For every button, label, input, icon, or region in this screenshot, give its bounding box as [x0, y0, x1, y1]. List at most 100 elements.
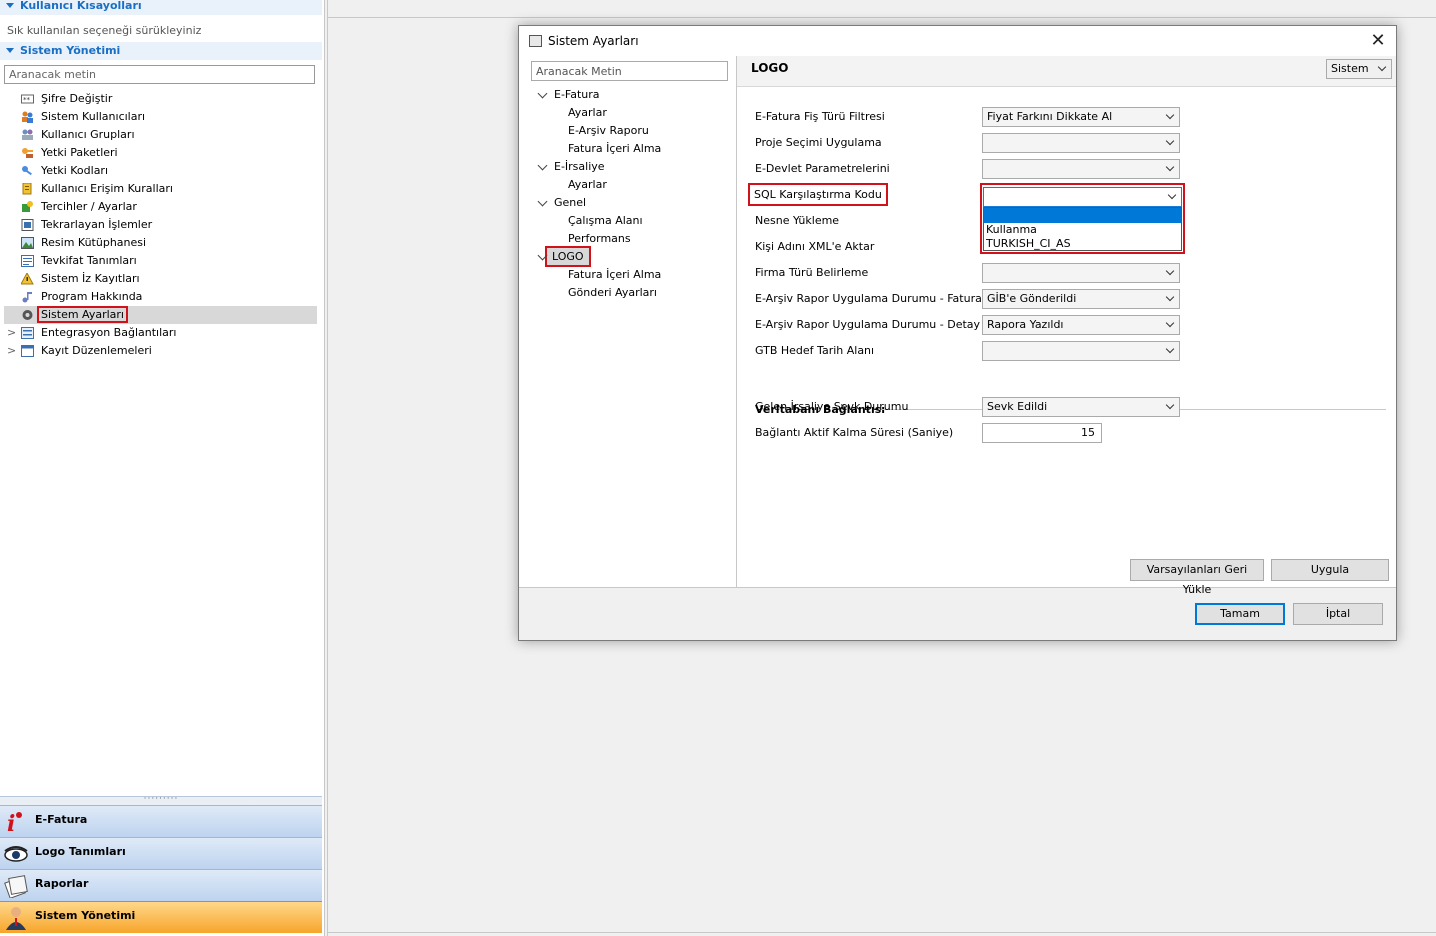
sql-option-empty[interactable]: [984, 208, 1181, 223]
tree-node-genel[interactable]: Genel: [535, 194, 586, 212]
proje-secimi-select[interactable]: [982, 133, 1180, 153]
earsiv-fatura-select[interactable]: GİB'e Gönderildi: [982, 289, 1180, 309]
expand-chevron-icon[interactable]: >: [7, 324, 16, 342]
settings-content-pane: LOGO Sistem E-Fatura Fiş Türü Filtresi F…: [737, 56, 1396, 596]
tree-node-efatura[interactable]: E-Fatura: [535, 86, 600, 104]
sql-kodu-select[interactable]: [983, 187, 1182, 207]
nav-button-raporlar[interactable]: Raporlar: [0, 869, 322, 901]
tree-item-sistem-iz-kayitlari[interactable]: Sistem İz Kayıtları: [4, 270, 317, 288]
chevron-down-icon: [1167, 190, 1177, 200]
dialog-titlebar[interactable]: Sistem Ayarları ✕: [519, 26, 1396, 56]
tree-node-eirsaliye[interactable]: E-İrsaliye: [535, 158, 605, 176]
nav-button-e-fatura[interactable]: i E-Fatura: [0, 805, 322, 837]
sql-option-turkish-ci-as[interactable]: TURKISH_CI_AS: [986, 237, 1071, 250]
field-row-baglanti-suresi: Bağlantı Aktif Kalma Süresi (Saniye) 15: [755, 423, 1375, 443]
chevron-down-icon: [1165, 266, 1175, 276]
tree-node-fatura-iceri-alma[interactable]: Fatura İçeri Alma: [568, 140, 661, 158]
nav-button-logo-tanimlari[interactable]: Logo Tanımları: [0, 837, 322, 869]
left-search-input[interactable]: [4, 65, 315, 84]
scope-select[interactable]: Sistem: [1326, 59, 1392, 79]
record-edit-icon: [21, 345, 34, 357]
tree-node-logo[interactable]: LOGO: [535, 246, 591, 267]
tree-node-logo-fatura-iceri-alma[interactable]: Fatura İçeri Alma: [568, 266, 661, 284]
reports-icon: [4, 875, 28, 898]
gtb-hedef-select[interactable]: [982, 341, 1180, 361]
fis-turu-select[interactable]: Fiyat Farkını Dikkate Al: [982, 107, 1180, 127]
content-title: LOGO: [751, 61, 789, 75]
tree-item-entegrasyon-baglantilari[interactable]: > Entegrasyon Bağlantıları: [4, 324, 317, 342]
collapse-triangle-icon: [6, 48, 14, 53]
password-icon: **: [21, 94, 34, 104]
tree-item-program-hakkinda[interactable]: Program Hakkında: [4, 288, 317, 306]
expand-chevron-icon[interactable]: >: [7, 342, 16, 360]
tree-item-tekrarlayan-islemler[interactable]: Tekrarlayan İşlemler: [4, 216, 317, 234]
chevron-down-icon: [1165, 110, 1175, 120]
chevron-down-icon: [1165, 292, 1175, 302]
content-header: LOGO Sistem: [737, 56, 1396, 87]
restore-defaults-button[interactable]: Varsayılanları Geri Yükle: [1130, 559, 1264, 596]
field-row-earsiv-fatura: E-Arşiv Rapor Uygulama Durumu - Fatura G…: [755, 289, 1375, 309]
chevron-down-icon[interactable]: [537, 196, 548, 207]
cancel-button[interactable]: İptal: [1293, 603, 1383, 625]
collapse-triangle-icon: [6, 3, 14, 8]
workspace-divider: [328, 932, 1436, 933]
shortcuts-header[interactable]: Kullanıcı Kısayolları: [0, 0, 322, 15]
logo-node-highlight: LOGO: [545, 246, 591, 267]
sistem-ayarlari-highlight: Sistem Ayarları: [37, 306, 128, 323]
field-row-irsaliye-sevk: Gelen İrsaliye Sevk Durumu Sevk Edildi: [755, 397, 1375, 417]
sql-label-highlight: SQL Karşılaştırma Kodu: [748, 183, 888, 206]
apply-button[interactable]: Uygula: [1271, 559, 1389, 581]
user-groups-icon: [22, 129, 33, 140]
tree-node-earsiv-raporu[interactable]: E-Arşiv Raporu: [568, 122, 649, 140]
tree-item-yetki-kodlari[interactable]: Yetki Kodları: [4, 162, 317, 180]
timeout-input[interactable]: 15: [982, 423, 1102, 443]
tree-node-gonderi-ayarlari[interactable]: Gönderi Ayarları: [568, 284, 657, 302]
tree-item-sifre-degistir[interactable]: ** Şifre Değiştir: [4, 90, 317, 108]
workspace-divider: [328, 17, 1436, 18]
efatura-logo-icon: i: [7, 811, 22, 834]
edevlet-select[interactable]: [982, 159, 1180, 179]
tree-node-calisma-alani[interactable]: Çalışma Alanı: [568, 212, 643, 230]
chevron-down-icon: [1165, 162, 1175, 172]
sql-option-kullanma[interactable]: Kullanma: [986, 223, 1037, 236]
field-row-edevlet: E-Devlet Parametrelerini: [755, 159, 1375, 179]
tree-item-tevkifat-tanimlari[interactable]: Tevkifat Tanımları: [4, 252, 317, 270]
tree-item-sistem-kullanicilari[interactable]: Sistem Kullanıcıları: [4, 108, 317, 126]
chevron-down-icon[interactable]: [537, 160, 548, 171]
integration-icon: [21, 327, 34, 339]
window-icon: [529, 35, 542, 47]
nav-button-sistem-yonetimi[interactable]: Sistem Yönetimi: [0, 901, 322, 933]
chevron-down-icon[interactable]: [537, 88, 548, 99]
tree-item-tercihler-ayarlar[interactable]: Tercihler / Ayarlar: [4, 198, 317, 216]
close-icon: ✕: [1370, 30, 1386, 51]
earsiv-detay-select[interactable]: Rapora Yazıldı: [982, 315, 1180, 335]
tree-item-sistem-ayarlari[interactable]: Sistem Ayarları: [4, 306, 317, 324]
chevron-down-icon: [1165, 400, 1175, 410]
firma-turu-select[interactable]: [982, 263, 1180, 283]
withholding-icon: [21, 255, 34, 267]
settings-search-input[interactable]: [531, 61, 728, 81]
system-settings-dialog: Sistem Ayarları ✕ E-Fatura Ayarlar E-Arş…: [518, 25, 1397, 641]
image-library-icon: [21, 237, 34, 249]
tree-item-yetki-paketleri[interactable]: Yetki Paketleri: [4, 144, 317, 162]
field-row-gtb-hedef: GTB Hedef Tarih Alanı: [755, 341, 1375, 361]
tree-item-resim-kutuphanesi[interactable]: Resim Kütüphanesi: [4, 234, 317, 252]
users-icon: [22, 111, 33, 123]
access-rules-icon: [22, 183, 32, 195]
tree-node-eirsaliye-ayarlar[interactable]: Ayarlar: [568, 176, 607, 194]
tree-item-kayit-duzenlemeleri[interactable]: > Kayıt Düzenlemeleri: [4, 342, 317, 360]
audit-log-icon: [21, 273, 34, 285]
sql-kodu-options-list: Kullanma TURKISH_CI_AS: [983, 207, 1182, 251]
chevron-down-icon: [1165, 318, 1175, 328]
close-button[interactable]: ✕: [1366, 30, 1390, 52]
ok-button[interactable]: Tamam: [1195, 603, 1285, 625]
settings-gear-icon: [22, 310, 33, 320]
irsaliye-sevk-select[interactable]: Sevk Edildi: [982, 397, 1180, 417]
tree-node-efatura-ayarlar[interactable]: Ayarlar: [568, 104, 607, 122]
left-navigation-panel: Kullanıcı Kısayolları Sık kullanılan seç…: [0, 0, 325, 936]
key-package-icon: [22, 148, 33, 158]
admin-header[interactable]: Sistem Yönetimi: [0, 42, 322, 60]
tree-item-kullanici-erisim-kurallari[interactable]: Kullanıcı Erişim Kuralları: [4, 180, 317, 198]
preferences-icon: [22, 201, 33, 212]
tree-item-kullanici-gruplari[interactable]: Kullanıcı Grupları: [4, 126, 317, 144]
